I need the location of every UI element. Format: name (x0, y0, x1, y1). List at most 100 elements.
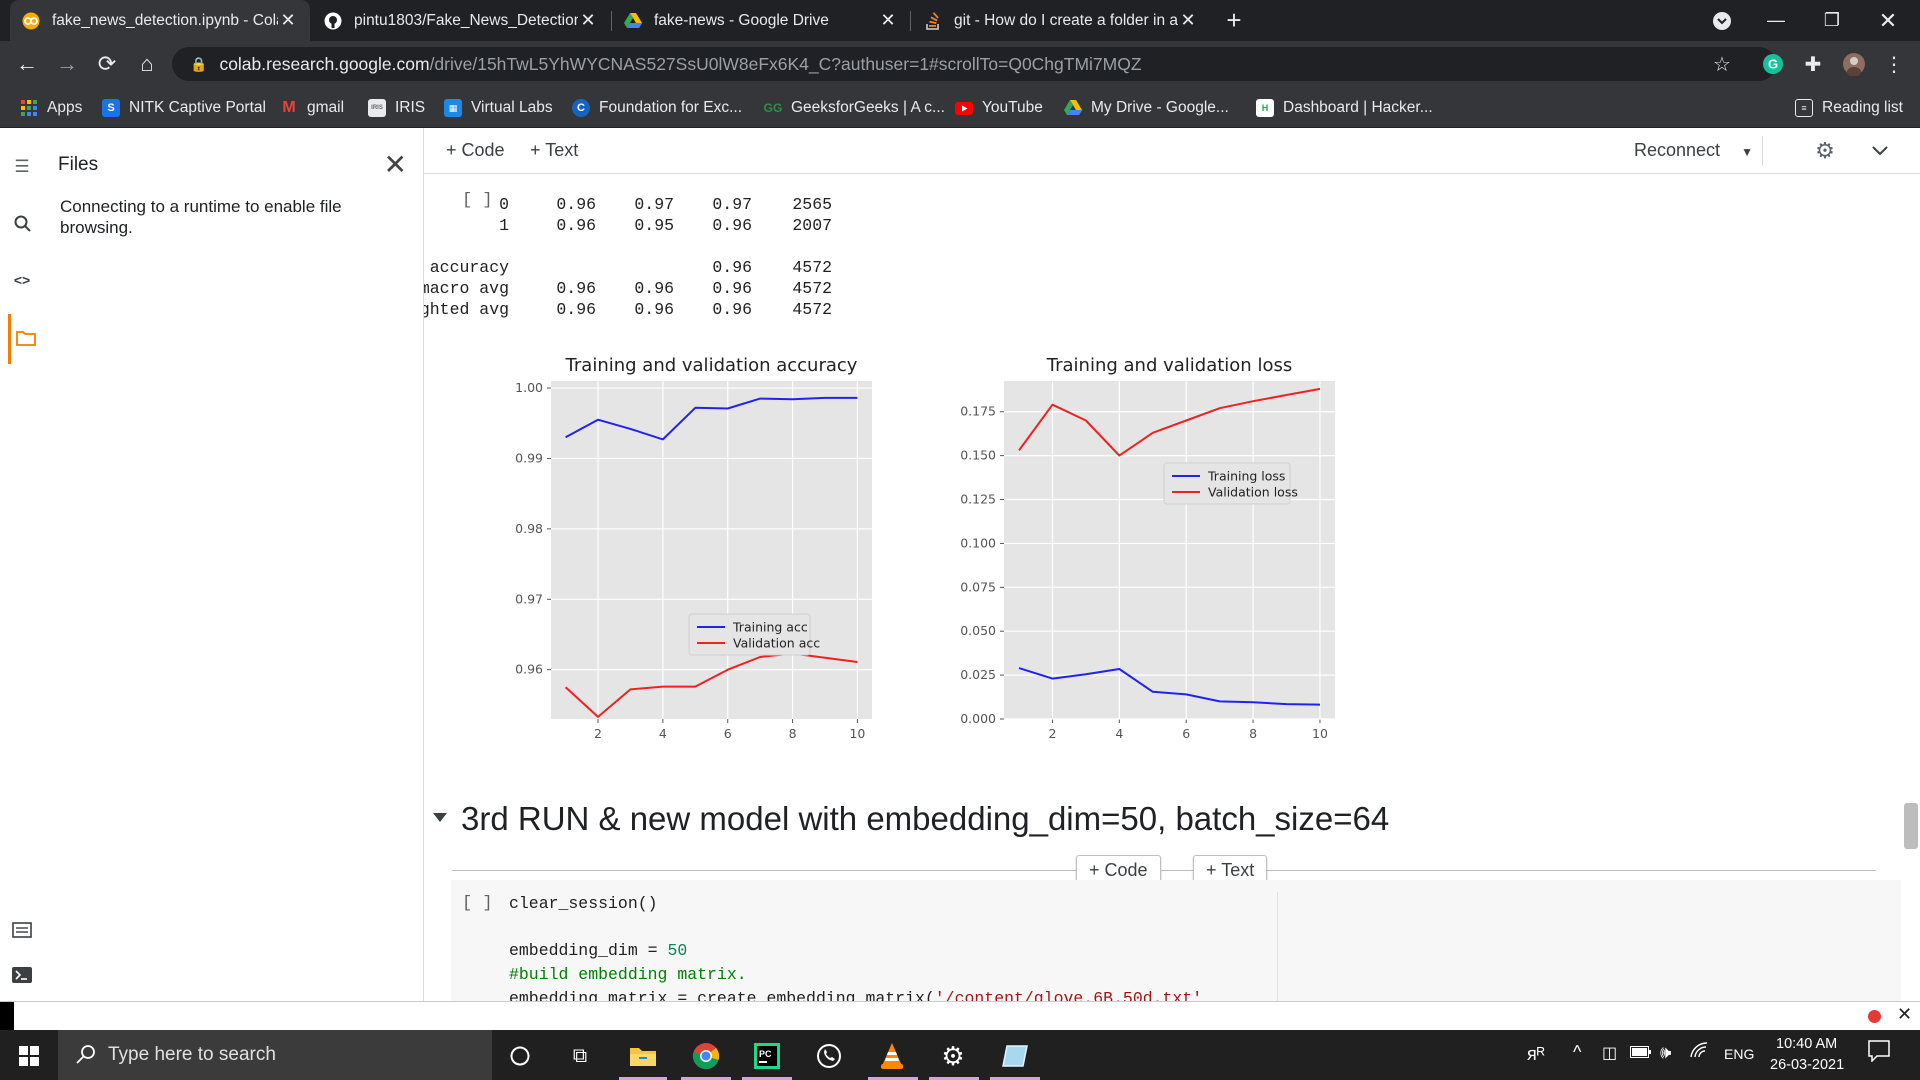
report-cell-recall: 0.96 (634, 279, 674, 298)
report-cell-recall: 0.96 (634, 300, 674, 319)
new-tab-plus-icon[interactable]: + (1207, 0, 1261, 41)
clock-date[interactable]: 26-03-2021 (1770, 1057, 1844, 1073)
tab-stackoverflow[interactable]: git - How do I create a folder in a ✕ (912, 0, 1210, 41)
bookmark-hackerrank[interactable]: H Dashboard | Hacker... (1256, 97, 1433, 119)
lock-icon: 🔒 (190, 55, 208, 72)
home-icon[interactable]: ⌂ (132, 49, 162, 79)
window-close-icon[interactable]: ✕ (1862, 0, 1914, 41)
x-tick-label: 2 (1049, 726, 1057, 741)
address-bar[interactable]: 🔒 colab.research.google.com/drive/15hTwL… (172, 47, 1776, 81)
folder-icon[interactable] (14, 326, 38, 350)
bookmark-apps[interactable]: Apps (20, 97, 82, 119)
report-cell-f1: 0.96 (712, 216, 752, 235)
task-view-icon[interactable]: ⧉ (563, 1040, 597, 1072)
svg-text:G: G (1768, 57, 1778, 72)
add-text-button[interactable]: + Text (530, 140, 578, 161)
settings-gear-icon[interactable]: ⚙ (1812, 138, 1838, 164)
clock-time[interactable]: 10:40 AM (1776, 1036, 1837, 1052)
loss-chart: Training and validation loss 2 4 6 8 10 0.175 0… (960, 355, 1335, 741)
plot-area (1004, 381, 1335, 719)
tab-search-icon[interactable] (1696, 0, 1748, 41)
report-row: accuracy 0.96 4572 (424, 258, 1424, 279)
plot-area (551, 381, 872, 719)
close-icon[interactable]: ✕ (578, 10, 598, 31)
chrome-menu-icon[interactable]: ⋮ (1879, 49, 1909, 79)
bookmark-iris[interactable]: IRIS IRIS (368, 97, 425, 119)
notebook-scrollbar-thumb[interactable] (1904, 803, 1918, 849)
bookmark-foundation[interactable]: C Foundation for Exc... (572, 97, 742, 119)
chevron-up-icon[interactable]: ^ (1573, 1042, 1581, 1063)
grammarly-icon[interactable]: G (1758, 49, 1788, 79)
report-row: weighted avg 0.96 0.96 0.96 4572 (424, 300, 1424, 321)
bookmark-gmail[interactable]: M gmail (280, 97, 344, 119)
bookmark-virtual-labs[interactable]: ▦ Virtual Labs (444, 97, 553, 119)
battery-icon[interactable] (1630, 1045, 1652, 1062)
close-icon[interactable]: ✕ (1178, 10, 1198, 31)
close-icon[interactable]: ✕ (878, 10, 898, 31)
report-cell-recall: 0.95 (634, 216, 674, 235)
bookmark-star-icon[interactable]: ☆ (1707, 49, 1737, 79)
pycharm-icon[interactable]: PC (750, 1040, 784, 1072)
chevron-down-icon[interactable] (1867, 138, 1893, 164)
wifi-icon[interactable] (1690, 1042, 1708, 1063)
command-palette-icon[interactable] (10, 918, 34, 942)
y-tick-label: 0.96 (515, 662, 543, 677)
collapse-arrow-icon[interactable] (433, 813, 447, 822)
snipping-tool-icon[interactable] (998, 1040, 1032, 1072)
settings-gear-icon[interactable]: ⚙ (936, 1040, 970, 1072)
tab-title: fake-news - Google Drive (654, 11, 829, 29)
caret-down-icon[interactable]: ▼ (1741, 145, 1753, 159)
close-icon[interactable]: ✕ (384, 148, 407, 181)
windows-start-icon[interactable] (12, 1040, 46, 1072)
tab-colab[interactable]: fake_news_detection.ipynb - Cola ✕ (10, 0, 310, 41)
bookmark-youtube[interactable]: YouTube (955, 97, 1043, 119)
whatsapp-icon[interactable] (812, 1040, 846, 1072)
bookmark-my-drive[interactable]: My Drive - Google... (1064, 97, 1229, 119)
notifications-icon[interactable] (1868, 1040, 1890, 1066)
recording-dot-icon (1868, 1010, 1881, 1023)
report-cell-f1: 0.96 (712, 279, 752, 298)
toolbar-divider (1762, 136, 1763, 166)
code-snippets-icon[interactable]: <> (10, 268, 34, 292)
language-indicator[interactable]: ENG (1724, 1046, 1754, 1062)
run-cell-bracket[interactable]: [ ] (462, 894, 493, 913)
taskbar-search-box[interactable]: Type here to search (58, 1030, 492, 1080)
restore-icon[interactable]: ❐ (1806, 0, 1858, 41)
people-icon[interactable]: ᴙᴿ (1527, 1044, 1545, 1065)
cortana-icon[interactable] (503, 1040, 537, 1072)
colab-icon (22, 12, 40, 30)
y-tick-label: 0.98 (515, 521, 543, 536)
legend-label: Validation acc (733, 636, 820, 651)
search-icon[interactable] (10, 211, 34, 235)
report-cell-support: 4572 (792, 258, 832, 277)
forward-icon[interactable]: → (52, 49, 82, 79)
bookmark-label: Apps (47, 99, 83, 116)
code-cell[interactable]: [ ] clear_session() embedding_dim = 50 #… (451, 880, 1901, 1008)
vlc-icon[interactable] (875, 1040, 909, 1072)
y-tick-label: 0.050 (960, 623, 996, 638)
bookmark-nitk[interactable]: S NITK Captive Portal (102, 97, 266, 119)
bookmark-geeksforgeeks[interactable]: GG GeeksforGeeks | A c... (764, 97, 945, 119)
chrome-icon[interactable] (689, 1040, 723, 1072)
reconnect-button[interactable]: Reconnect ▼ (1634, 140, 1753, 161)
reading-list[interactable]: ≡ Reading list (1795, 97, 1903, 119)
minimize-icon[interactable]: — (1750, 0, 1802, 41)
table-of-contents-icon[interactable]: ☰ (10, 155, 34, 179)
profile-avatar[interactable] (1839, 49, 1869, 79)
extensions-puzzle-icon[interactable]: ✚ (1798, 49, 1828, 79)
add-code-button[interactable]: + Code (446, 140, 505, 161)
file-explorer-icon[interactable] (626, 1040, 660, 1072)
terminal-icon[interactable] (10, 963, 34, 987)
tab-github[interactable]: pintu1803/Fake_News_Detection ✕ (312, 0, 610, 41)
back-icon[interactable]: ← (12, 49, 42, 79)
close-icon[interactable]: ✕ (1897, 1004, 1912, 1025)
x-tick-label: 8 (789, 726, 797, 741)
volume-icon[interactable]: 🕪 (1660, 1042, 1671, 1063)
notebook-toolbar: + Code + Text Reconnect ▼ ⚙ (424, 128, 1920, 174)
code-line: #build embedding matrix. (509, 965, 747, 984)
tab-drive[interactable]: fake-news - Google Drive ✕ (612, 0, 910, 41)
reload-icon[interactable]: ⟳ (92, 49, 122, 79)
meet-now-icon[interactable]: ◫ (1602, 1043, 1617, 1063)
close-icon[interactable]: ✕ (278, 10, 298, 31)
strip-left-marker (0, 1002, 14, 1031)
